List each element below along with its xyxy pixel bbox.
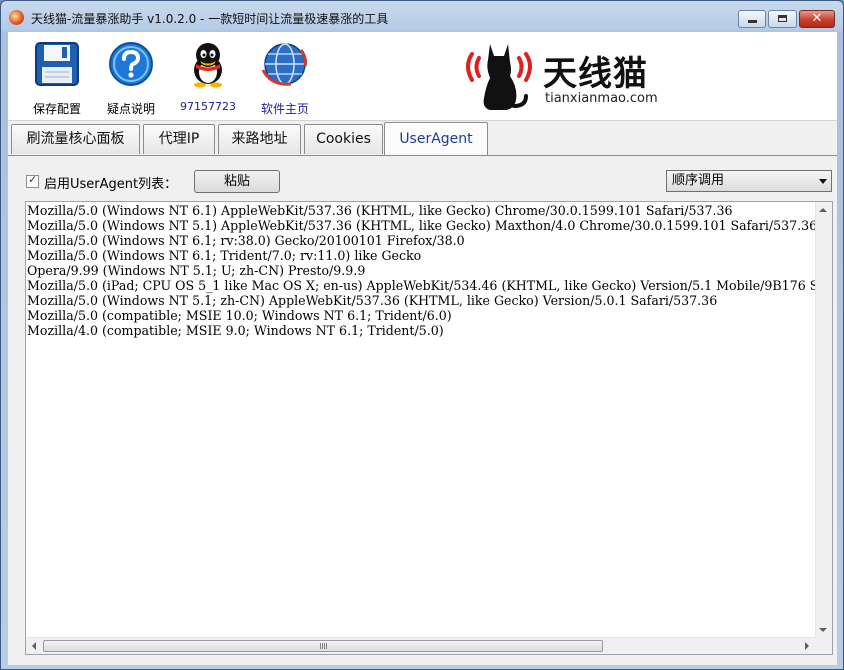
tab-cookies[interactable]: Cookies (304, 124, 383, 154)
horizontal-scrollbar[interactable] (26, 637, 815, 654)
title-bar[interactable]: 天线猫-流量暴涨助手 v1.0.2.0 - 一款短时间让流量极速暴涨的工具 ✕ (1, 1, 843, 33)
useragent-line: Mozilla/5.0 (Windows NT 6.1; Trident/7.0… (27, 248, 422, 263)
window-title: 天线猫-流量暴涨助手 v1.0.2.0 - 一款短时间让流量极速暴涨的工具 (31, 12, 389, 26)
horizontal-scroll-thumb[interactable] (43, 640, 603, 652)
logo-domain: tianxianmao.com (545, 91, 658, 106)
floppy-disk-icon (35, 42, 79, 86)
tab-proxy-ip[interactable]: 代理IP (143, 124, 215, 154)
useragent-line: Mozilla/5.0 (compatible; MSIE 10.0; Wind… (27, 308, 452, 323)
useragent-line: Mozilla/5.0 (Windows NT 5.1; zh-CN) Appl… (27, 293, 718, 308)
save-config-button[interactable]: 保存配置 (22, 32, 92, 120)
minimize-button[interactable] (738, 10, 766, 28)
scroll-up-arrow-icon[interactable] (819, 208, 827, 212)
useragent-line: Mozilla/5.0 (Windows NT 6.1) AppleWebKit… (27, 203, 733, 218)
checkmark-icon: ✓ (28, 173, 38, 186)
logo-name: 天线猫 (543, 54, 648, 94)
useragent-line: Opera/9.99 (Windows NT 5.1; U; zh-CN) Pr… (27, 263, 366, 278)
scroll-down-arrow-icon[interactable] (819, 628, 827, 632)
enable-useragent-label: 启用UserAgent列表： (44, 177, 178, 192)
useragent-line: Mozilla/5.0 (iPad; CPU OS 5_1 like Mac O… (27, 278, 816, 293)
homepage-label: 软件主页 (260, 102, 309, 116)
save-config-label: 保存配置 (32, 102, 81, 116)
cat-antenna-logo-icon (466, 44, 532, 110)
useragent-lines: Mozilla/5.0 (Windows NT 6.1) AppleWebKit… (27, 203, 816, 338)
tab-useragent[interactable]: UserAgent (384, 122, 488, 156)
grip-icon (320, 643, 327, 649)
homepage-button[interactable]: 软件主页 (250, 32, 320, 120)
close-button[interactable]: ✕ (799, 10, 835, 28)
close-icon: ✕ (811, 11, 823, 26)
help-icon (109, 42, 153, 86)
app-window: 天线猫-流量暴涨助手 v1.0.2.0 - 一款短时间让流量极速暴涨的工具 ✕ … (0, 0, 844, 670)
minimize-icon (748, 20, 757, 23)
maximize-icon (778, 15, 787, 22)
paste-button[interactable]: 粘贴 (194, 170, 280, 193)
call-mode-value: 顺序调用 (672, 173, 725, 188)
chevron-down-icon (819, 179, 827, 184)
useragent-textarea[interactable]: Mozilla/5.0 (Windows NT 6.1) AppleWebKit… (25, 201, 833, 655)
useragent-line: Mozilla/5.0 (Windows NT 6.1; rv:38.0) Ge… (27, 233, 465, 248)
tab-strip: 刷流量核心面板 代理IP 来路地址 Cookies UserAgent (8, 120, 837, 157)
tab-core-panel[interactable]: 刷流量核心面板 (11, 124, 140, 154)
scroll-right-arrow-icon[interactable] (805, 642, 809, 650)
help-label: 疑点说明 (106, 102, 155, 116)
tab-referer[interactable]: 来路地址 (218, 124, 301, 154)
help-button[interactable]: 疑点说明 (96, 32, 166, 120)
useragent-panel: ✓ 启用UserAgent列表： 粘贴 顺序调用 Mozilla/5.0 (Wi… (8, 155, 837, 665)
scrollbar-corner (815, 637, 832, 654)
useragent-line: Mozilla/5.0 (Windows NT 5.1) AppleWebKit… (27, 218, 816, 233)
brand-logo: 天线猫 tianxianmao.com (460, 36, 680, 116)
maximize-button[interactable] (768, 10, 797, 28)
enable-useragent-checkbox[interactable]: ✓ (26, 173, 39, 188)
qq-button[interactable]: 97157723 (173, 32, 243, 120)
vertical-scrollbar[interactable] (815, 202, 832, 638)
toolbar: 保存配置 疑点说明 97157723 软件主页 天线猫 tianxianmao.… (8, 32, 837, 120)
client-area: 保存配置 疑点说明 97157723 软件主页 天线猫 tianxianmao.… (8, 32, 837, 665)
call-mode-select[interactable]: 顺序调用 (666, 170, 832, 192)
qq-number-label: 97157723 (180, 100, 236, 113)
globe-icon (261, 43, 307, 86)
qq-penguin-icon (194, 43, 222, 88)
app-icon (9, 10, 24, 25)
useragent-line: Mozilla/4.0 (compatible; MSIE 9.0; Windo… (27, 323, 444, 338)
scroll-left-arrow-icon[interactable] (32, 642, 36, 650)
